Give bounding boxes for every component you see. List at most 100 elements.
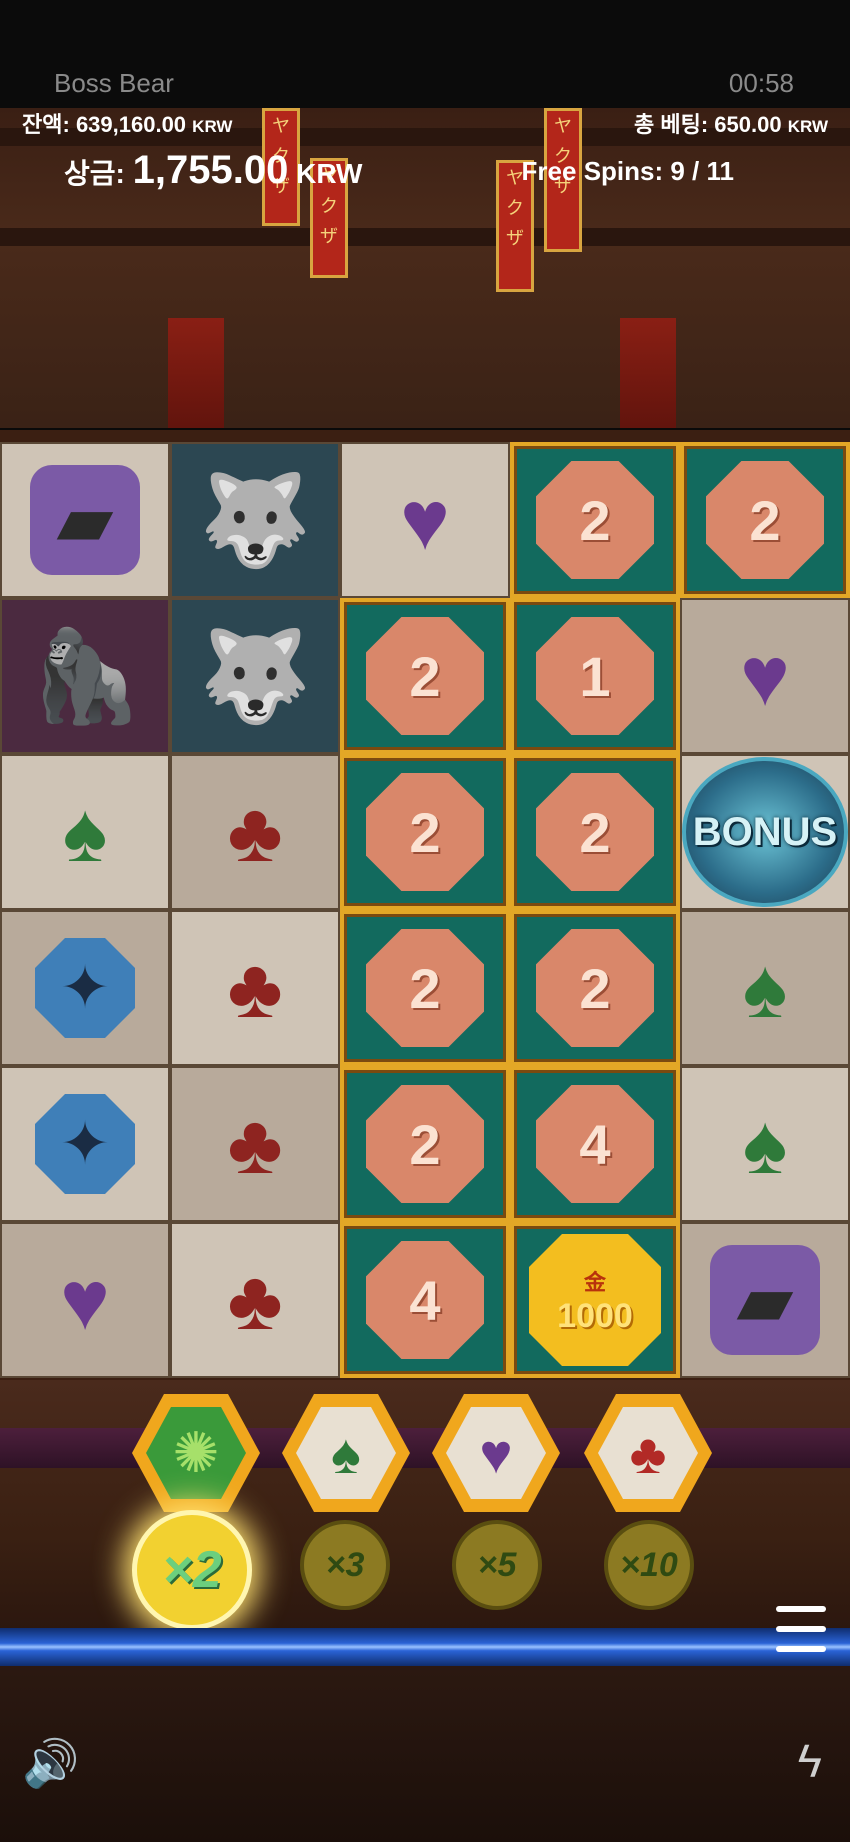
win-label: 상금: [64,158,125,189]
reel-cell: 2 [680,442,850,598]
reel-cell: 4 [510,1066,680,1222]
reel-cell: 2 [340,1066,510,1222]
bet-value: 650.00 [714,112,782,137]
menu-bar [776,1626,826,1632]
club-icon: ♣ [598,1407,698,1499]
clock: 00:58 [728,68,794,98]
heart-icon: ♥ [60,1253,110,1347]
reel-cell: 2 [510,754,680,910]
speaker-icon[interactable]: 🔊 [22,1736,79,1791]
reel-cell: ▰ [680,1222,850,1378]
reel-cell: 🐺 [170,598,340,754]
win-currency: KRW [296,158,363,189]
reel-cell: ♥ [680,598,850,754]
gold-coin-symbol: 金 1000 [529,1234,661,1366]
menu-bar [776,1606,826,1612]
reel-cell: ✦ [0,1066,170,1222]
balance-label: 잔액: [22,112,70,137]
reel-cell: ♣ [170,754,340,910]
coin-symbol: 2 [706,461,824,579]
spade-icon: ♠ [62,785,108,879]
coin-symbol: 1 [536,617,654,735]
reel-cell: ♥ [340,442,510,598]
balance-currency: KRW [192,117,233,136]
game-title: Boss Bear [54,68,174,98]
club-icon: ♣ [227,1253,283,1347]
reel-cell: ♣ [170,1222,340,1378]
pillar [168,318,224,428]
balance-display: 잔액: 639,160.00 KRW [22,107,232,139]
reel-cell: 4 [340,1222,510,1378]
gold-coin-kanji: 金 [583,1269,606,1295]
pistol-icon: ▰ [30,465,140,575]
win-value: 1,755.00 [132,148,289,192]
gold-coin-value: 1000 [557,1296,633,1335]
free-spins-label: Free Spins: [521,156,664,186]
reel-cell: 金 1000 [510,1222,680,1378]
ape-character-icon: 🦍 [28,626,142,727]
floor [0,1640,850,1842]
green-orb-icon: ✺ [146,1407,246,1499]
roof-beam [0,228,850,246]
club-icon: ♣ [227,1097,283,1191]
heart-icon: ♥ [446,1407,546,1499]
reel-cell: 1 [510,598,680,754]
reel-cell: ♣ [170,1066,340,1222]
shuriken-icon: ✦ [35,938,135,1038]
coin-symbol: 4 [366,1241,484,1359]
reel-cell: 2 [340,598,510,754]
blue-rail [0,1628,850,1666]
reel-cell: ♠ [680,910,850,1066]
reel-cells: ▰ 🐺 ♥ 2 2 🦍 🐺 2 1 ♥ ♠ ♣ 2 2 BONUS ✦ ♣ 2 2 ♠ ✦ ♣ 2 4 ♠ ♥ ♣ 4 金 1000 ▰ [0,442,850,1378]
pillar [620,318,676,428]
club-icon: ♣ [227,785,283,879]
spade-icon: ♠ [742,941,788,1035]
lightning-icon[interactable]: ϟ [798,1734,822,1788]
reel-cell: ♥ [0,1222,170,1378]
coin-symbol: 2 [366,929,484,1047]
bet-label: 총 베팅: [633,112,709,137]
bet-currency: KRW [787,117,828,136]
multiplier-badge: ×3 [300,1520,390,1610]
coin-symbol: 2 [366,1085,484,1203]
spade-icon: ♠ [742,1097,788,1191]
spade-icon: ♠ [296,1407,396,1499]
reel-cell: 🐺 [170,442,340,598]
reel-cell: ♣ [170,910,340,1066]
wolf-character-icon: 🐺 [198,470,312,571]
reel-cell: 2 [340,910,510,1066]
reel-cell: 2 [340,754,510,910]
multiplier-badge: ×2 [132,1510,252,1630]
balance-value: 639,160.00 [75,112,187,137]
win-display: 상금: 1,755.00 KRW [64,148,363,193]
coin-symbol: 2 [366,617,484,735]
total-bet-display: 총 베팅: 650.00 KRW [634,107,828,139]
reel-cell: ♠ [0,754,170,910]
coin-symbol: 4 [536,1085,654,1203]
reel-cell: 🦍 [0,598,170,754]
katana-rope [0,1428,850,1468]
menu-bar [776,1646,826,1652]
coin-symbol: 2 [536,461,654,579]
club-icon: ♣ [227,941,283,1035]
reel-cell: ▰ [0,442,170,598]
heart-icon: ♥ [740,629,790,723]
reel-cell: 2 [510,910,680,1066]
coin-symbol: 2 [366,773,484,891]
multiplier-badge: ×10 [604,1520,694,1610]
free-spins-value: 9 / 11 [670,156,734,186]
coin-symbol: 2 [536,773,654,891]
heart-icon: ♥ [400,473,450,567]
reel-cell: ♠ [680,1066,850,1222]
status-bar: Boss Bear 00:58 [0,0,850,108]
bonus-symbol: BONUS [682,757,848,907]
reel-cell: BONUS [680,754,850,910]
shuriken-icon: ✦ [35,1094,135,1194]
collection-tray [0,1380,850,1640]
reel-cell: 2 [510,442,680,598]
reel-grid: ▰ 🐺 ♥ 2 2 🦍 🐺 2 1 ♥ ♠ ♣ 2 2 BONUS ✦ ♣ 2 2 ♠ ✦ ♣ 2 4 ♠ ♥ ♣ 4 金 1000 ▰ [0,430,850,1380]
free-spins-counter: Free Spins: 9 / 11 [522,156,734,187]
hamburger-menu-icon[interactable] [776,1606,826,1652]
multiplier-badge: ×5 [452,1520,542,1610]
reel-cell: ✦ [0,910,170,1066]
